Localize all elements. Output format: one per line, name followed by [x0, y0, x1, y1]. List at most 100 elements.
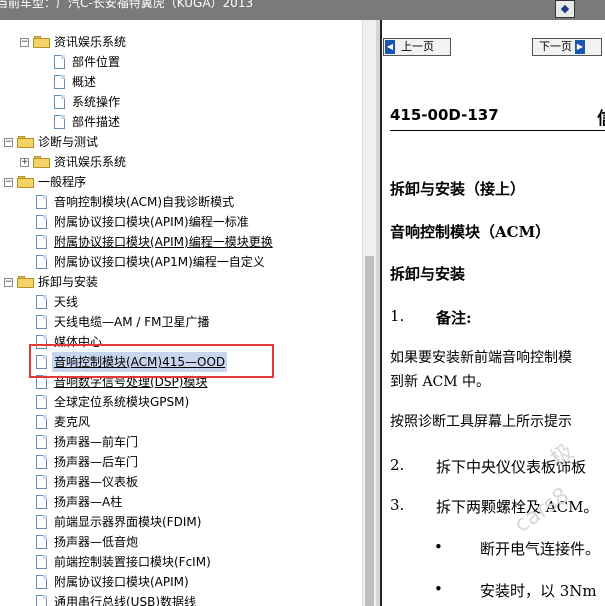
folder-icon: [17, 176, 34, 188]
folder-icon: [33, 156, 50, 168]
document-viewer: ◀ 上一页 下一页▶ 415-00D-137 信 拆卸与安装（接上） 音响控制模块…: [380, 20, 605, 606]
tree-item-label: 附属协议接口模块(APIM): [54, 575, 189, 589]
page-navigation: ◀ 上一页 下一页 ▶: [382, 34, 605, 58]
page-icon: [36, 575, 47, 589]
tree-item[interactable]: 系统操作: [0, 92, 362, 112]
tree-item-label: 部件描述: [72, 115, 121, 129]
header-rule: [390, 130, 605, 131]
bullet-2-text: 安装时，以 3Nm: [480, 582, 597, 600]
step-2-number: 2.: [390, 456, 405, 474]
page-icon: [54, 75, 65, 89]
tree-item[interactable]: 前端控制装置接口模块(FcIM): [0, 552, 362, 572]
tree-item-label: 扬声器—A柱: [54, 495, 123, 509]
tree-item[interactable]: 全球定位系统模块GPSM): [0, 392, 362, 412]
page-icon: [36, 235, 47, 249]
tree-item[interactable]: 部件位置: [0, 52, 362, 72]
page-icon: [36, 495, 47, 509]
page-icon: [36, 215, 47, 229]
topic-tree: − 资讯娱乐系统 部件位置 概述 系统操作 部件描述 − 诊断与测试 + 资讯娱乐系统 − 一般程序音…: [0, 20, 362, 606]
collapse-icon[interactable]: −: [4, 138, 13, 147]
para-2: 按照诊断工具屏幕上所示提示: [390, 414, 572, 430]
tree-item[interactable]: 音响控制模块(ACM)自我诊断模式: [0, 192, 362, 212]
tree-item-label: 诊断与测试: [38, 135, 99, 149]
tree-item[interactable]: 附属协议接口模块(APIM): [0, 572, 362, 592]
bullet-1-mark: •: [434, 538, 443, 556]
tree-item-label: 天线电缆—AM / FM卫星广播: [54, 315, 210, 329]
expand-icon[interactable]: +: [20, 158, 29, 167]
para-1-line-1: 如果要安装新前端音响控制模: [390, 350, 572, 366]
doc-heading-2: 音响控制模块（ACM）: [390, 223, 551, 241]
page-icon: [36, 595, 47, 606]
page-icon: [36, 535, 47, 549]
page-icon: [36, 295, 47, 309]
page-icon: [36, 315, 47, 329]
window-titlebar: 当前车型：广汽C-长安福特翼虎（KUGA）2013 ◆: [0, 0, 605, 20]
tree-item[interactable]: + 资讯娱乐系统: [0, 152, 362, 172]
tree-item[interactable]: 通用串行总线(USB)数据线: [0, 592, 362, 606]
tree-item-label: 附属协议接口模块(APIM)编程一标准: [54, 215, 249, 229]
tree-item[interactable]: 附属协议接口模块(AP1M)编程一自定义: [0, 252, 362, 272]
tree-item[interactable]: − 拆卸与安装: [0, 272, 362, 292]
scrollbar-thumb[interactable]: [365, 256, 374, 606]
prev-page-button[interactable]: ◀ 上一页: [383, 38, 451, 56]
tree-item[interactable]: − 资讯娱乐系统: [0, 32, 362, 52]
folder-icon: [33, 36, 50, 48]
tree-item-label: 扬声器—前车门: [54, 435, 139, 449]
para-1-line-2: 到新 ACM 中。: [390, 374, 491, 390]
tree-item[interactable]: 麦克风: [0, 412, 362, 432]
tree-item-label: 概述: [72, 75, 97, 89]
arrow-left-icon: ◀: [385, 40, 395, 54]
tree-item-label: 拆卸与安装: [38, 275, 99, 289]
page-icon: [36, 515, 47, 529]
tree-item-label: 系统操作: [72, 95, 121, 109]
tree-item-label: 扬声器—仪表板: [54, 475, 139, 489]
tree-item-label: 一般程序: [38, 175, 87, 189]
step-1-number: 1.: [390, 307, 405, 325]
next-page-button[interactable]: 下一页 ▶: [532, 38, 602, 56]
tree-item[interactable]: 扬声器—低音炮: [0, 532, 362, 552]
doc-heading-3: 拆卸与安装: [390, 265, 466, 283]
collapse-icon[interactable]: −: [20, 38, 29, 47]
tree-item[interactable]: 附属协议接口模块(APIM)编程一模块更换: [0, 232, 362, 252]
page-icon: [54, 55, 65, 69]
tree-item[interactable]: 概述: [0, 72, 362, 92]
tree-item-label: 资讯娱乐系统: [54, 35, 127, 49]
collapse-icon[interactable]: −: [4, 278, 13, 287]
window-title: 当前车型：广汽C-长安福特翼虎（KUGA）2013: [0, 0, 254, 10]
tree-item[interactable]: 扬声器—A柱: [0, 492, 362, 512]
highlight-box: [29, 344, 274, 378]
tree-item[interactable]: 天线: [0, 292, 362, 312]
tree-item-label: 附属协议接口模块(APIM)编程一模块更换: [54, 235, 273, 249]
tree-scrollbar[interactable]: [362, 20, 376, 606]
page-icon: [36, 475, 47, 489]
folder-icon: [17, 136, 34, 148]
tree-item-label: 音响控制模块(ACM)自我诊断模式: [54, 195, 235, 209]
tree-item[interactable]: 天线电缆—AM / FM卫星广播: [0, 312, 362, 332]
tree-item[interactable]: 扬声器—仪表板: [0, 472, 362, 492]
tree-item-label: 附属协议接口模块(AP1M)编程一自定义: [54, 255, 265, 269]
collapse-icon[interactable]: −: [4, 178, 13, 187]
arrow-right-icon: ▶: [575, 40, 585, 54]
prev-page-label: 上一页: [401, 40, 434, 53]
tree-item[interactable]: 前端显示器界面模块(FDIM): [0, 512, 362, 532]
page-icon: [36, 455, 47, 469]
page-icon: [36, 415, 47, 429]
tree-item-label: 部件位置: [72, 55, 121, 69]
tree-item-label: 扬声器—后车门: [54, 455, 139, 469]
doc-code: 415-00D-137: [390, 106, 499, 124]
tree-item-label: 前端控制装置接口模块(FcIM): [54, 555, 211, 569]
page-icon: [36, 195, 47, 209]
bullet-1-text: 断开电气连接件。: [480, 540, 601, 558]
tree-item[interactable]: 附属协议接口模块(APIM)编程一标准: [0, 212, 362, 232]
step-1-title: 备注:: [436, 309, 472, 327]
step-3-number: 3.: [390, 496, 405, 514]
page-icon: [54, 95, 65, 109]
navigate-icon[interactable]: ◆: [555, 0, 575, 18]
tree-item[interactable]: − 诊断与测试: [0, 132, 362, 152]
tree-item-label: 全球定位系统模块GPSM): [54, 395, 190, 409]
tree-item[interactable]: 扬声器—前车门: [0, 432, 362, 452]
tree-item[interactable]: 扬声器—后车门: [0, 452, 362, 472]
tree-item[interactable]: − 一般程序: [0, 172, 362, 192]
next-page-label: 下一页: [539, 40, 572, 53]
tree-item[interactable]: 部件描述: [0, 112, 362, 132]
